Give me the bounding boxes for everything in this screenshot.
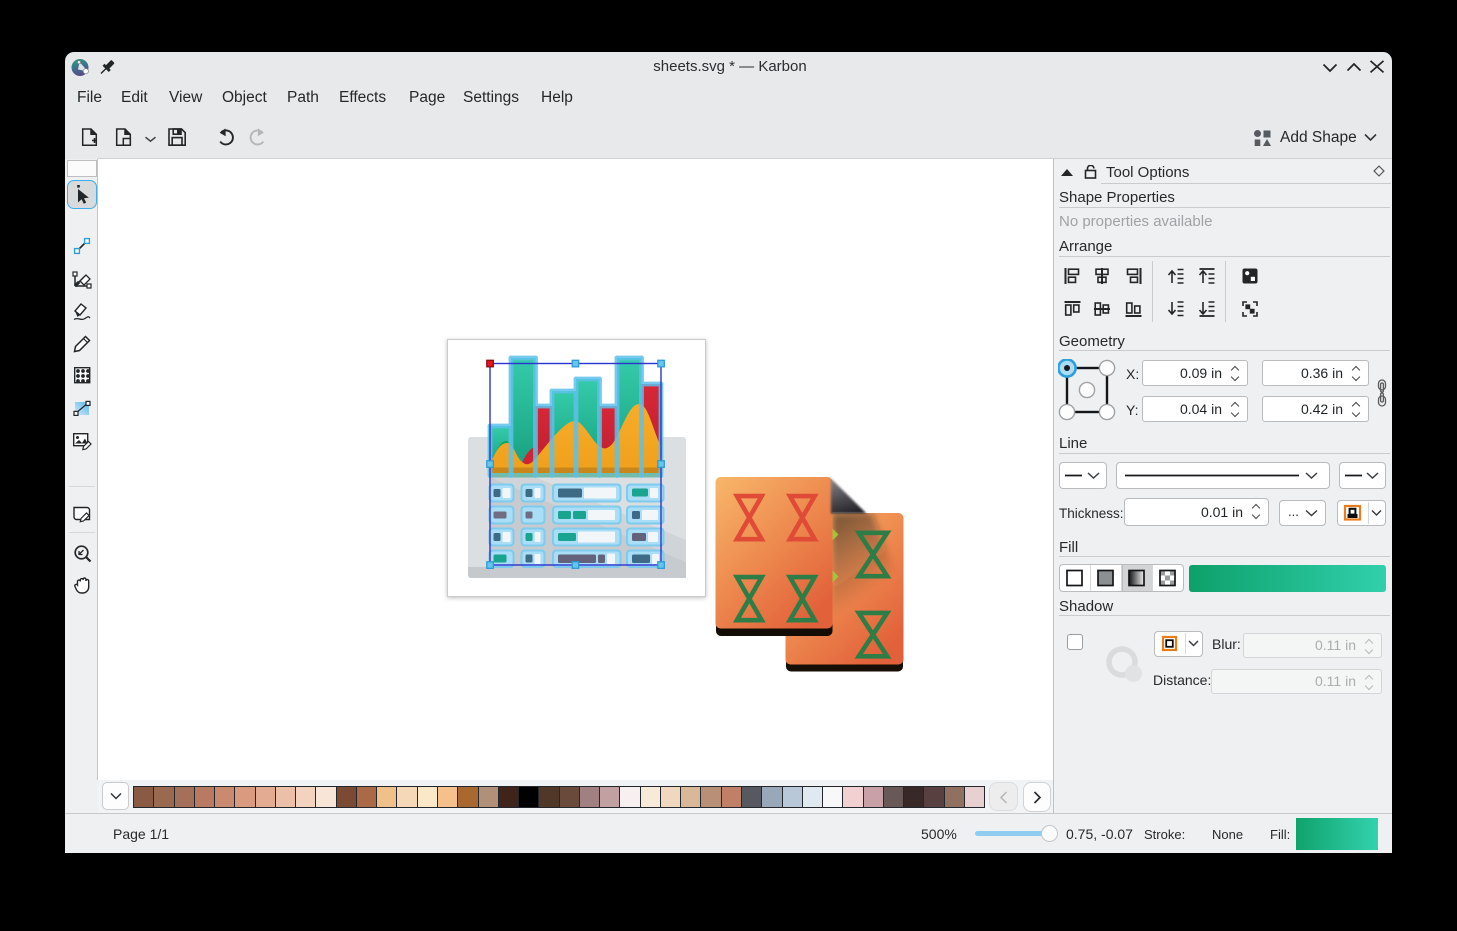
svg-text:...: ... <box>1288 504 1299 519</box>
